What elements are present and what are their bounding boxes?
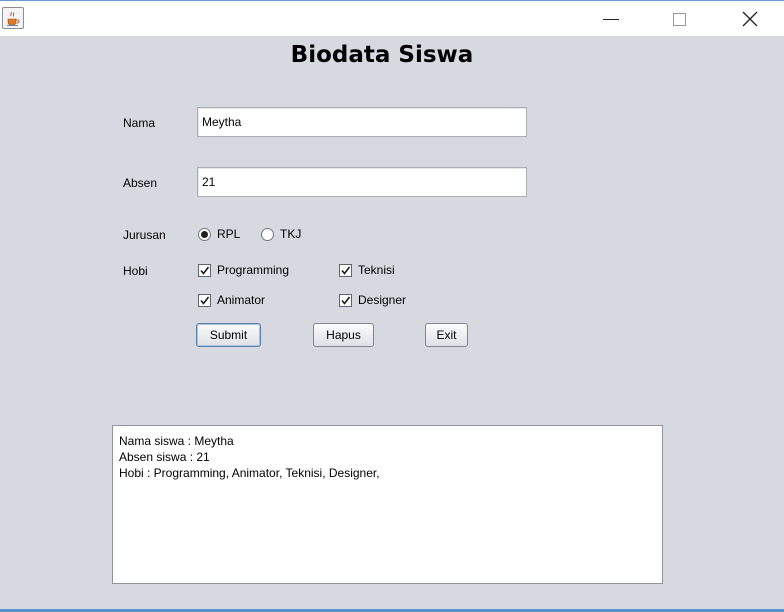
form-title: Biodata Siswa — [290, 42, 474, 68]
checkbox-checked-icon[interactable] — [198, 263, 211, 277]
radio-selected-dot — [201, 230, 208, 238]
maximize-button[interactable] — [656, 1, 702, 37]
checkbox-checked-icon[interactable] — [339, 293, 352, 307]
radio-button-icon[interactable] — [261, 227, 274, 241]
output-line: Nama siswa : Meytha — [119, 434, 234, 448]
exit-button[interactable]: Exit — [425, 323, 468, 347]
checkbox-programming[interactable]: Programming — [198, 263, 289, 277]
checkbox-checked-icon[interactable] — [339, 263, 352, 277]
absen-label: Absen — [123, 176, 158, 190]
hapus-button[interactable]: Hapus — [313, 323, 374, 347]
checkbox-programming-label: Programming — [217, 263, 290, 277]
jurusan-label: Jurusan — [123, 228, 166, 242]
close-button[interactable] — [727, 1, 773, 37]
checkbox-animator[interactable]: Animator — [198, 293, 265, 307]
close-icon — [742, 11, 758, 27]
checkbox-animator-label: Animator — [217, 293, 266, 307]
radio-rpl-label: RPL — [217, 227, 241, 241]
java-coffee-icon[interactable] — [2, 7, 24, 29]
output-line: Hobi : Programming, Animator, Teknisi, D… — [119, 466, 380, 480]
output-line: Absen siswa : 21 — [119, 450, 210, 464]
checkbox-teknisi[interactable]: Teknisi — [339, 263, 395, 277]
submit-button[interactable]: Submit — [196, 323, 261, 347]
checkbox-designer-label: Designer — [358, 293, 407, 307]
checkbox-checked-icon[interactable] — [198, 293, 211, 307]
hobi-label: Hobi — [123, 264, 148, 278]
radio-tkj[interactable]: TKJ — [261, 227, 301, 241]
minimize-icon — [603, 18, 619, 20]
nama-input[interactable] — [197, 107, 527, 137]
radio-rpl[interactable]: RPL — [198, 227, 240, 241]
checkbox-teknisi-label: Teknisi — [358, 263, 395, 277]
window-titlebar — [0, 0, 784, 36]
output-textarea[interactable]: Nama siswa : Meytha Absen siswa : 21 Hob… — [112, 425, 663, 584]
checkbox-designer[interactable]: Designer — [339, 293, 406, 307]
radio-button-icon[interactable] — [198, 227, 211, 241]
absen-input[interactable] — [197, 167, 527, 197]
radio-tkj-label: TKJ — [280, 227, 302, 241]
nama-label: Nama — [123, 116, 156, 130]
minimize-button[interactable] — [588, 1, 634, 37]
maximize-icon — [672, 12, 686, 26]
